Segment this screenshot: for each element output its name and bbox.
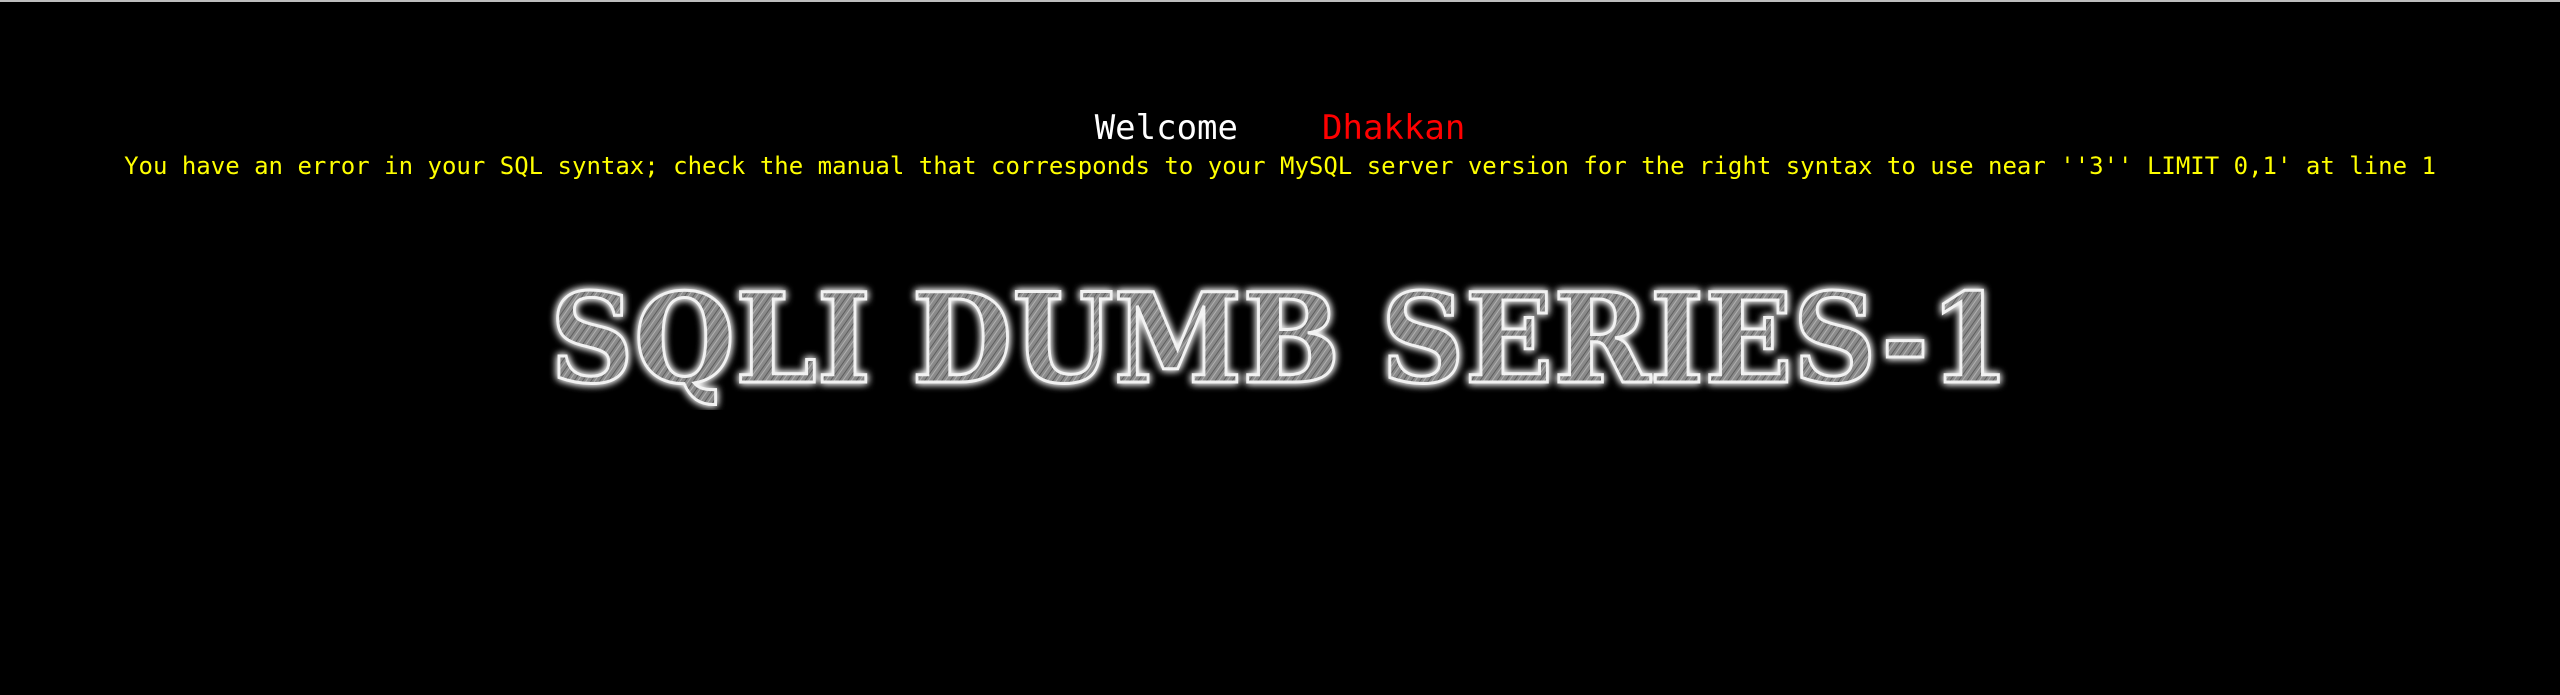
sql-error-message: You have an error in your SQL syntax; ch… — [124, 152, 2436, 180]
welcome-label: Welcome — [1094, 108, 1238, 148]
welcome-banner: Welcome Dhakkan — [0, 104, 2560, 152]
top-border — [0, 0, 2560, 2]
sqli-dumb-series-logo: SQLI DUMB SERIES-1 — [540, 270, 2020, 410]
logo-graphic: SQLI DUMB SERIES-1 — [549, 270, 2012, 410]
logo-text: SQLI DUMB SERIES-1 — [550, 270, 2010, 410]
user-name: Dhakkan — [1322, 108, 1466, 148]
